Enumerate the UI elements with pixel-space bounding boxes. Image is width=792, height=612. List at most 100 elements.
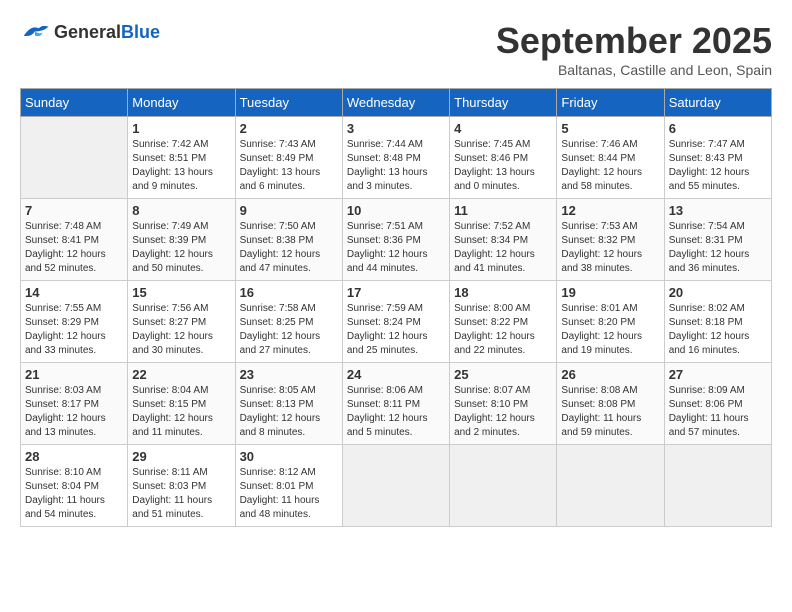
calendar-cell: 8Sunrise: 7:49 AMSunset: 8:39 PMDaylight…: [128, 199, 235, 281]
day-number: 23: [240, 367, 338, 382]
day-info: Sunrise: 8:06 AMSunset: 8:11 PMDaylight:…: [347, 384, 445, 440]
day-number: 1: [132, 121, 230, 136]
day-number: 26: [561, 367, 659, 382]
day-number: 29: [132, 449, 230, 464]
calendar-cell: [557, 445, 664, 527]
day-number: 6: [669, 121, 767, 136]
day-info: Sunrise: 7:42 AMSunset: 8:51 PMDaylight:…: [132, 138, 230, 194]
calendar-week-row: 21 Sunrise: 8:03 AMSunset: 8:17 PMDayligh…: [21, 363, 772, 445]
calendar-cell: [21, 117, 128, 199]
calendar-cell: 25 Sunrise: 8:07 AMSunset: 8:10 PMDayligh…: [450, 363, 557, 445]
weekday-header: Sunday: [21, 89, 128, 117]
day-number: 22: [132, 367, 230, 382]
calendar-cell: 21 Sunrise: 8:03 AMSunset: 8:17 PMDayligh…: [21, 363, 128, 445]
day-info: Sunrise: 8:09 AMSunset: 8:06 PMDaylight:…: [669, 384, 767, 440]
day-number: 2: [240, 121, 338, 136]
day-info: Sunrise: 7:44 AMSunset: 8:48 PMDaylight:…: [347, 138, 445, 194]
day-number: 19: [561, 285, 659, 300]
day-info: Sunrise: 7:43 AMSunset: 8:49 PMDaylight:…: [240, 138, 338, 194]
day-info: Sunrise: 8:04 AMSunset: 8:15 PMDaylight:…: [132, 384, 230, 440]
day-info: Sunrise: 7:45 AMSunset: 8:46 PMDaylight:…: [454, 138, 552, 194]
calendar-cell: 10Sunrise: 7:51 AMSunset: 8:36 PMDayligh…: [342, 199, 449, 281]
day-number: 17: [347, 285, 445, 300]
calendar-cell: 15Sunrise: 7:56 AMSunset: 8:27 PMDayligh…: [128, 281, 235, 363]
day-info: Sunrise: 7:54 AMSunset: 8:31 PMDaylight:…: [669, 220, 767, 276]
day-number: 9: [240, 203, 338, 218]
location-subtitle: Baltanas, Castille and Leon, Spain: [496, 62, 772, 78]
day-number: 30: [240, 449, 338, 464]
calendar-cell: 12 Sunrise: 7:53 AMSunset: 8:32 PMDayligh…: [557, 199, 664, 281]
calendar-table: SundayMondayTuesdayWednesdayThursdayFrid…: [20, 88, 772, 527]
day-info: Sunrise: 7:46 AMSunset: 8:44 PMDaylight:…: [561, 138, 659, 194]
calendar-cell: 9 Sunrise: 7:50 AMSunset: 8:38 PMDaylight…: [235, 199, 342, 281]
day-info: Sunrise: 8:01 AMSunset: 8:20 PMDaylight:…: [561, 302, 659, 358]
day-number: 25: [454, 367, 552, 382]
calendar-cell: 11Sunrise: 7:52 AMSunset: 8:34 PMDayligh…: [450, 199, 557, 281]
logo-icon: [20, 20, 50, 44]
day-info: Sunrise: 8:02 AMSunset: 8:18 PMDaylight:…: [669, 302, 767, 358]
calendar-cell: 18 Sunrise: 8:00 AMSunset: 8:22 PMDayligh…: [450, 281, 557, 363]
day-info: Sunrise: 7:48 AMSunset: 8:41 PMDaylight:…: [25, 220, 123, 276]
logo-general: General: [54, 22, 121, 42]
calendar-cell: 2 Sunrise: 7:43 AMSunset: 8:49 PMDaylight…: [235, 117, 342, 199]
calendar-cell: 29Sunrise: 8:11 AMSunset: 8:03 PMDayligh…: [128, 445, 235, 527]
calendar-cell: 30 Sunrise: 8:12 AMSunset: 8:01 PMDayligh…: [235, 445, 342, 527]
day-info: Sunrise: 8:12 AMSunset: 8:01 PMDaylight:…: [240, 466, 338, 522]
weekday-header: Monday: [128, 89, 235, 117]
calendar-cell: 6Sunrise: 7:47 AMSunset: 8:43 PMDaylight…: [664, 117, 771, 199]
day-info: Sunrise: 7:59 AMSunset: 8:24 PMDaylight:…: [347, 302, 445, 358]
calendar-cell: 22 Sunrise: 8:04 AMSunset: 8:15 PMDayligh…: [128, 363, 235, 445]
day-number: 16: [240, 285, 338, 300]
day-number: 7: [25, 203, 123, 218]
day-number: 13: [669, 203, 767, 218]
calendar-cell: 23 Sunrise: 8:05 AMSunset: 8:13 PMDayligh…: [235, 363, 342, 445]
day-info: Sunrise: 7:56 AMSunset: 8:27 PMDaylight:…: [132, 302, 230, 358]
calendar-cell: 17 Sunrise: 7:59 AMSunset: 8:24 PMDayligh…: [342, 281, 449, 363]
month-title: September 2025: [496, 20, 772, 62]
calendar-cell: 28Sunrise: 8:10 AMSunset: 8:04 PMDayligh…: [21, 445, 128, 527]
day-number: 11: [454, 203, 552, 218]
calendar-cell: 7 Sunrise: 7:48 AMSunset: 8:41 PMDaylight…: [21, 199, 128, 281]
calendar-cell: 13 Sunrise: 7:54 AMSunset: 8:31 PMDayligh…: [664, 199, 771, 281]
day-number: 5: [561, 121, 659, 136]
calendar-cell: 16Sunrise: 7:58 AMSunset: 8:25 PMDayligh…: [235, 281, 342, 363]
day-info: Sunrise: 7:51 AMSunset: 8:36 PMDaylight:…: [347, 220, 445, 276]
page-header: GeneralBlue September 2025 Baltanas, Cas…: [20, 20, 772, 78]
calendar-cell: [664, 445, 771, 527]
weekday-header: Friday: [557, 89, 664, 117]
day-number: 21: [25, 367, 123, 382]
calendar-cell: 1 Sunrise: 7:42 AMSunset: 8:51 PMDaylight…: [128, 117, 235, 199]
weekday-header-row: SundayMondayTuesdayWednesdayThursdayFrid…: [21, 89, 772, 117]
title-area: September 2025 Baltanas, Castille and Le…: [496, 20, 772, 78]
calendar-cell: 4 Sunrise: 7:45 AMSunset: 8:46 PMDaylight…: [450, 117, 557, 199]
day-number: 8: [132, 203, 230, 218]
logo: GeneralBlue: [20, 20, 160, 44]
calendar-cell: [342, 445, 449, 527]
day-info: Sunrise: 8:05 AMSunset: 8:13 PMDaylight:…: [240, 384, 338, 440]
calendar-cell: 24 Sunrise: 8:06 AMSunset: 8:11 PMDayligh…: [342, 363, 449, 445]
calendar-week-row: 7 Sunrise: 7:48 AMSunset: 8:41 PMDaylight…: [21, 199, 772, 281]
weekday-header: Saturday: [664, 89, 771, 117]
day-number: 20: [669, 285, 767, 300]
day-number: 12: [561, 203, 659, 218]
calendar-cell: 5 Sunrise: 7:46 AMSunset: 8:44 PMDaylight…: [557, 117, 664, 199]
day-number: 24: [347, 367, 445, 382]
calendar-cell: 26 Sunrise: 8:08 AMSunset: 8:08 PMDayligh…: [557, 363, 664, 445]
logo-blue: Blue: [121, 22, 160, 42]
weekday-header: Tuesday: [235, 89, 342, 117]
day-number: 28: [25, 449, 123, 464]
day-info: Sunrise: 8:07 AMSunset: 8:10 PMDaylight:…: [454, 384, 552, 440]
calendar-cell: 14Sunrise: 7:55 AMSunset: 8:29 PMDayligh…: [21, 281, 128, 363]
weekday-header: Wednesday: [342, 89, 449, 117]
day-number: 4: [454, 121, 552, 136]
day-info: Sunrise: 7:50 AMSunset: 8:38 PMDaylight:…: [240, 220, 338, 276]
day-info: Sunrise: 8:00 AMSunset: 8:22 PMDaylight:…: [454, 302, 552, 358]
day-info: Sunrise: 8:03 AMSunset: 8:17 PMDaylight:…: [25, 384, 123, 440]
calendar-week-row: 28Sunrise: 8:10 AMSunset: 8:04 PMDayligh…: [21, 445, 772, 527]
weekday-header: Thursday: [450, 89, 557, 117]
day-info: Sunrise: 8:08 AMSunset: 8:08 PMDaylight:…: [561, 384, 659, 440]
day-info: Sunrise: 7:53 AMSunset: 8:32 PMDaylight:…: [561, 220, 659, 276]
day-number: 18: [454, 285, 552, 300]
calendar-cell: 3Sunrise: 7:44 AMSunset: 8:48 PMDaylight…: [342, 117, 449, 199]
calendar-cell: [450, 445, 557, 527]
